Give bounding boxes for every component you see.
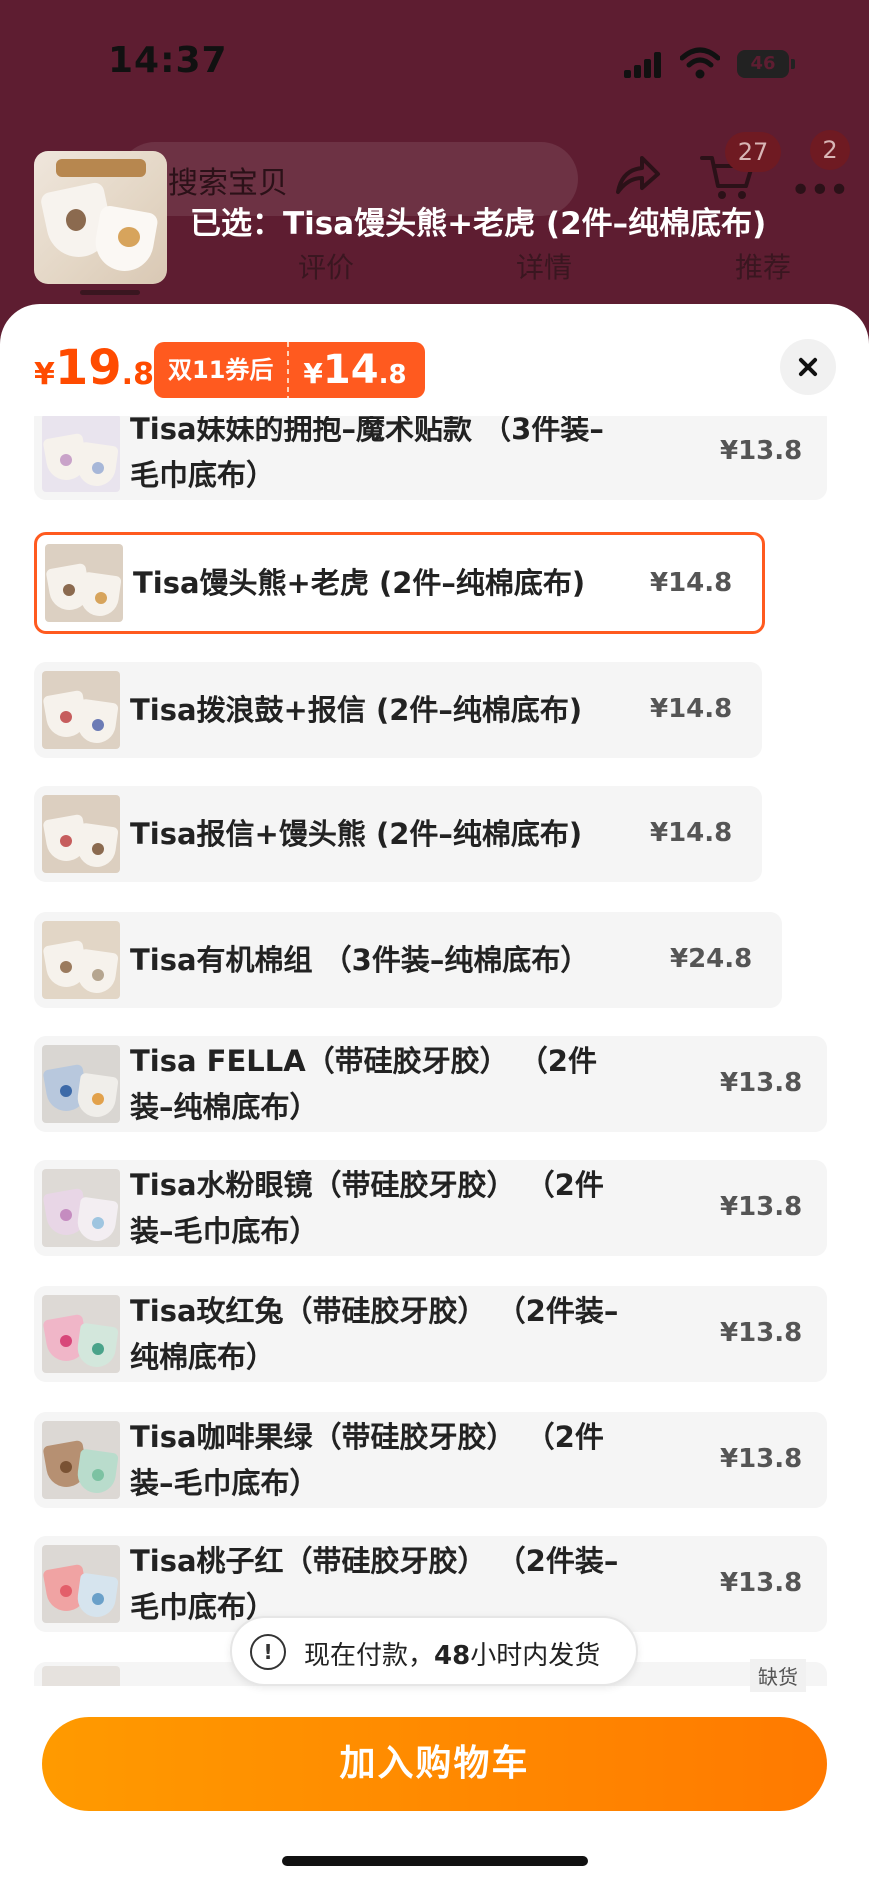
more-count-badge: 2 xyxy=(810,130,850,170)
sku-thumbnail xyxy=(42,1169,120,1247)
sku-price: ¥14.8 xyxy=(650,694,733,724)
original-price: ¥19.8 xyxy=(34,340,154,396)
sku-option[interactable]: Tisa妹妹的拥抱–魔术贴款 （3件装–毛巾底布） ¥13.8 xyxy=(34,416,827,500)
search-placeholder: 搜索宝贝 xyxy=(168,166,288,201)
home-indicator xyxy=(282,1856,588,1866)
selected-variant-text: 已选：Tisa馒头熊+老虎 (2件–纯棉底布) xyxy=(190,206,767,242)
sku-option[interactable]: Tisa玫红兔（带硅胶牙胶） （2件装–纯棉底布） ¥13.8 xyxy=(34,1286,827,1382)
sku-label: Tisa咖啡果绿（带硅胶牙胶） （2件装–毛巾底布） xyxy=(130,1420,604,1500)
sku-price: ¥13.8 xyxy=(720,1318,803,1348)
sku-label: Tisa有机棉组 （3件装–纯棉底布） xyxy=(130,943,590,977)
sku-option-selected[interactable]: Tisa馒头熊+老虎 (2件–纯棉底布) ¥14.8 xyxy=(34,532,765,634)
cart-count-badge: 27 xyxy=(725,132,781,172)
sku-label: Tisa玫红兔（带硅胶牙胶） （2件装–纯棉底布） xyxy=(130,1294,619,1374)
signal-icon xyxy=(624,52,664,78)
wifi-icon xyxy=(680,47,720,79)
sku-option[interactable]: Tisa有机棉组 （3件装–纯棉底布） ¥24.8 xyxy=(34,912,782,1008)
sku-price: ¥13.8 xyxy=(720,1568,803,1598)
coupon-price-badge: 双11券后 ¥14.8 xyxy=(154,342,425,398)
shipping-notice-text: 现在付款，48小时内发货 xyxy=(304,1641,601,1671)
add-to-cart-button[interactable]: 加入购物车 xyxy=(42,1717,827,1811)
info-icon: ! xyxy=(250,1634,286,1670)
battery-icon: 46 xyxy=(737,50,795,78)
sku-price: ¥13.8 xyxy=(720,1192,803,1222)
sku-thumbnail xyxy=(42,1666,120,1686)
close-icon[interactable] xyxy=(780,339,836,395)
sku-thumbnail xyxy=(42,921,120,999)
sku-price: ¥14.8 xyxy=(650,818,733,848)
sku-thumbnail xyxy=(42,1421,120,1499)
sku-label: Tisa水粉眼镜（带硅胶牙胶） （2件装–毛巾底布） xyxy=(130,1168,604,1248)
sku-thumbnail xyxy=(42,416,120,492)
sku-price: ¥24.8 xyxy=(670,944,753,974)
sku-option[interactable]: Tisa水粉眼镜（带硅胶牙胶） （2件装–毛巾底布） ¥13.8 xyxy=(34,1160,827,1256)
sku-thumbnail xyxy=(42,1545,120,1623)
sku-price: ¥13.8 xyxy=(720,436,803,466)
sku-option[interactable]: Tisa咖啡果绿（带硅胶牙胶） （2件装–毛巾底布） ¥13.8 xyxy=(34,1412,827,1508)
sku-option[interactable]: Tisa FELLA（带硅胶牙胶） （2件装–纯棉底布） ¥13.8 xyxy=(34,1036,827,1132)
sku-price: ¥13.8 xyxy=(720,1444,803,1474)
sku-label: Tisa FELLA（带硅胶牙胶） （2件装–纯棉底布） xyxy=(130,1044,597,1124)
sku-thumbnail xyxy=(42,671,120,749)
sku-label: Tisa拨浪鼓+报信 (2件–纯棉底布) xyxy=(130,693,583,727)
tab-underline xyxy=(80,290,140,295)
sku-price: ¥14.8 xyxy=(650,568,733,598)
tab-details[interactable]: 详情 xyxy=(516,246,572,286)
sku-list[interactable]: Tisa妹妹的拥抱–魔术贴款 （3件装–毛巾底布） ¥13.8 Tisa馒头熊+… xyxy=(0,416,869,1686)
soldout-badge: 缺货 xyxy=(750,1659,806,1692)
sku-thumbnail xyxy=(42,795,120,873)
status-time: 14:37 xyxy=(108,40,228,81)
status-bar: 14:37 46 xyxy=(0,0,869,120)
selected-product-image[interactable] xyxy=(34,151,167,284)
sku-label: Tisa报信+馒头熊 (2件–纯棉底布) xyxy=(130,817,583,851)
sku-label: Tisa馒头熊+老虎 (2件–纯棉底布) xyxy=(133,566,586,600)
sku-thumbnail xyxy=(42,1045,120,1123)
sku-option[interactable]: Tisa报信+馒头熊 (2件–纯棉底布) ¥14.8 xyxy=(34,786,762,882)
coupon-label: 双11券后 xyxy=(154,342,288,398)
tab-reviews[interactable]: 评价 xyxy=(298,246,354,286)
sku-thumbnail xyxy=(45,544,123,622)
more-icon[interactable]: ••• xyxy=(790,170,850,211)
sku-option[interactable]: Tisa拨浪鼓+报信 (2件–纯棉底布) ¥14.8 xyxy=(34,662,762,758)
sku-label: Tisa妹妹的拥抱–魔术贴款 （3件装–毛巾底布） xyxy=(130,416,604,492)
sku-thumbnail xyxy=(42,1295,120,1373)
tab-recommend[interactable]: 推荐 xyxy=(735,246,791,286)
share-icon[interactable] xyxy=(612,152,662,202)
coupon-price: ¥14.8 xyxy=(289,342,425,398)
sku-price: ¥13.8 xyxy=(720,1068,803,1098)
shipping-notice: ! 现在付款，48小时内发货 xyxy=(230,1616,638,1686)
